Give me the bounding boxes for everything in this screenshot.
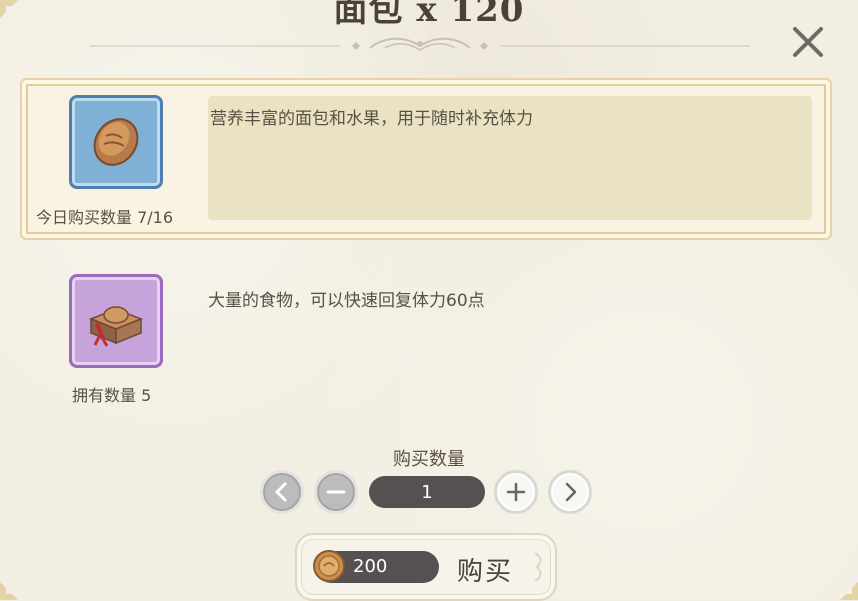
corner-ornament-icon xyxy=(840,582,858,600)
flourish-icon xyxy=(534,552,542,582)
food-box-icon xyxy=(88,306,144,347)
quantity-label: 购买数量 xyxy=(393,449,465,470)
chevron-left-icon xyxy=(275,482,287,502)
price-display: 200 xyxy=(313,550,439,583)
price-text: 200 xyxy=(353,556,388,577)
plus-icon xyxy=(506,482,526,502)
corner-ornament-icon xyxy=(0,582,18,600)
gold-coin-icon xyxy=(313,550,345,582)
chevron-right-icon xyxy=(565,482,577,502)
quantity-max-button[interactable] xyxy=(548,470,592,514)
quantity-increase-button[interactable] xyxy=(494,470,538,514)
quantity-value-display[interactable]: 1 xyxy=(369,476,485,508)
item-description: 大量的食物，可以快速回复体力60点 xyxy=(208,291,485,311)
close-icon xyxy=(793,27,823,57)
item-option-bread[interactable]: 今日购买数量 7/16 营养丰富的面包和水果，用于随时补充体力 xyxy=(20,78,832,240)
buy-button-label: 购买 xyxy=(457,557,514,587)
item-icon-frame xyxy=(69,95,163,189)
item-option-food-box[interactable]: 拥有数量 5 大量的食物，可以快速回复体力60点 xyxy=(20,262,832,412)
item-description: 营养丰富的面包和水果，用于随时补充体力 xyxy=(210,109,533,129)
bread-icon xyxy=(93,118,139,166)
page-title: 面包 x 120 xyxy=(333,0,525,30)
close-button[interactable] xyxy=(788,22,828,62)
minus-icon xyxy=(326,490,346,494)
item-icon-frame xyxy=(69,274,163,368)
owned-count-label: 拥有数量 5 xyxy=(72,386,152,405)
purchase-count-label: 今日购买数量 7/16 xyxy=(36,208,174,227)
quantity-min-button[interactable] xyxy=(260,470,304,514)
buy-button[interactable]: 200 购买 xyxy=(295,533,557,601)
quantity-decrease-button[interactable] xyxy=(314,470,358,514)
ornamental-divider-icon xyxy=(90,37,750,51)
